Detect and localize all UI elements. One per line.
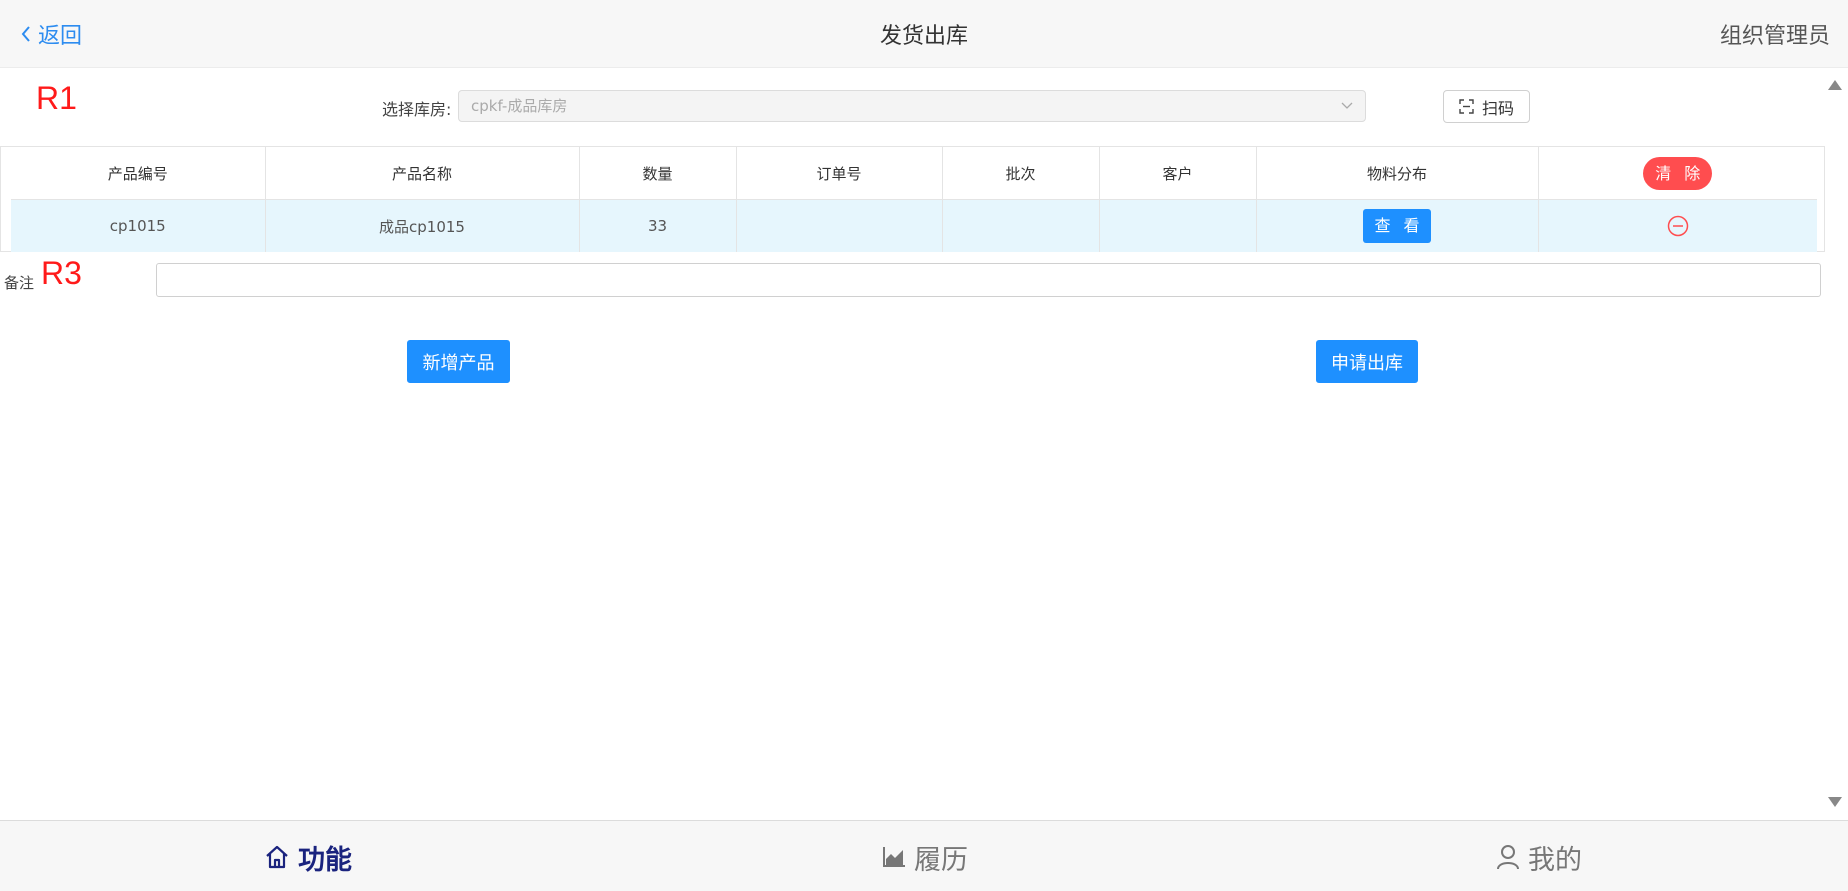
column-header: 客户 [1099, 147, 1257, 200]
column-header: 产品名称 [265, 147, 580, 200]
clear-button[interactable]: 清 除 [1643, 156, 1713, 190]
column-header: 订单号 [736, 147, 943, 200]
customer-cell [1099, 199, 1257, 252]
region-label-r3: R3 [41, 255, 82, 291]
chart-icon [883, 847, 905, 867]
product-table: 产品编号 产品名称 数量 订单号 批次 客户 物料分布 清 除 cp1015 成… [0, 146, 1825, 252]
add-product-button[interactable]: 新增产品 [407, 340, 510, 383]
table-header-row: 产品编号 产品名称 数量 订单号 批次 客户 物料分布 清 除 [11, 147, 1817, 200]
nav-label-mine: 我的 [1528, 844, 1582, 876]
column-header: 批次 [942, 147, 1100, 200]
remark-input[interactable] [156, 263, 1821, 297]
warehouse-select[interactable]: cpkf-成品库房 [458, 90, 1366, 122]
column-header: 产品编号 [11, 147, 266, 200]
warehouse-selected-value: cpkf-成品库房 [471, 97, 568, 115]
view-button[interactable]: 查 看 [1363, 209, 1431, 243]
apply-outbound-button[interactable]: 申请出库 [1316, 340, 1418, 383]
user-icon [1497, 845, 1519, 870]
material-distribution-cell: 查 看 [1256, 199, 1539, 252]
nav-item-mine[interactable]: 我的 [1496, 839, 1582, 876]
nav-label-function: 功能 [298, 844, 352, 876]
nav-item-function[interactable]: 功能 [264, 839, 352, 876]
batch-cell [942, 199, 1100, 252]
remark-label: 备注 [4, 274, 35, 292]
user-role[interactable]: 组织管理员 [1720, 18, 1830, 50]
scan-button[interactable]: 扫码 [1443, 90, 1530, 123]
scan-label: 扫码 [1481, 98, 1514, 118]
nav-label-history: 履历 [914, 844, 968, 876]
table-row[interactable]: cp1015 成品cp1015 33 查 看 [11, 199, 1817, 252]
remove-cell [1538, 199, 1817, 252]
scroll-down-arrow[interactable] [1828, 797, 1842, 807]
chevron-down-icon [1341, 102, 1353, 109]
warehouse-label: 选择库房: [382, 100, 452, 119]
page-title: 发货出库 [879, 24, 968, 49]
column-header: 数量 [579, 147, 737, 200]
quantity-cell: 33 [579, 199, 737, 252]
region-label-r1: R1 [36, 80, 77, 116]
order-no-cell [736, 199, 943, 252]
scroll-up-arrow[interactable] [1828, 80, 1842, 90]
nav-item-history[interactable]: 履历 [882, 839, 968, 876]
remove-circle-icon[interactable] [1667, 215, 1689, 237]
home-icon [266, 845, 288, 869]
clear-header-cell: 清 除 [1538, 147, 1817, 200]
column-header: 物料分布 [1256, 147, 1539, 200]
scan-icon [1459, 99, 1474, 114]
product-code-cell: cp1015 [11, 199, 266, 252]
top-bar: 返回 发货出库 组织管理员 [0, 0, 1848, 68]
bottom-nav: 功能 履历 我的 [0, 820, 1848, 891]
product-name-cell: 成品cp1015 [265, 199, 580, 252]
